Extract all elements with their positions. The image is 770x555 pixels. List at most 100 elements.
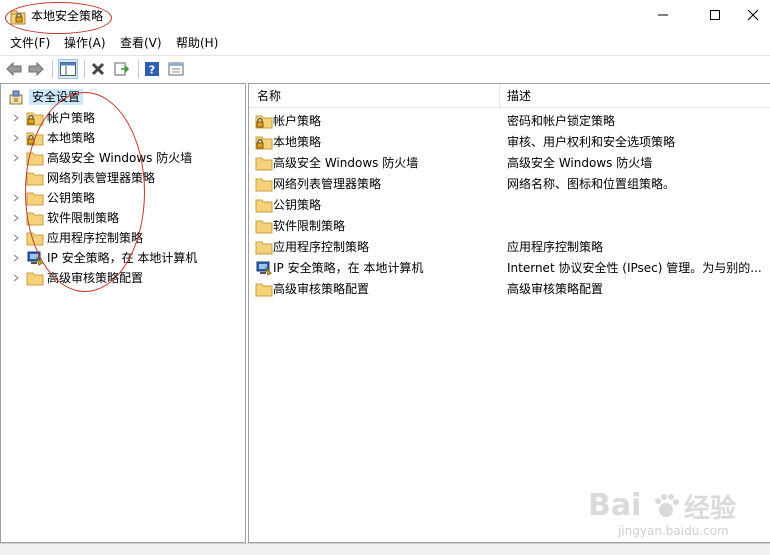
paw-icon bbox=[652, 492, 680, 523]
properties-icon bbox=[168, 62, 184, 76]
tree-item-label: IP 安全策略，在 本地计算机 bbox=[47, 251, 198, 265]
row-name: 本地策略 bbox=[273, 135, 322, 149]
window-title: 本地安全策略 bbox=[31, 9, 104, 23]
folder-icon bbox=[255, 239, 273, 255]
chevron-right-icon[interactable] bbox=[9, 271, 23, 285]
title-bar[interactable]: 本地安全策略 bbox=[0, 0, 770, 32]
list-row[interactable]: 应用程序控制策略 应用程序控制策略 bbox=[249, 237, 770, 258]
help-button[interactable]: ? bbox=[142, 59, 162, 79]
watermark-logo: Bai bbox=[588, 488, 642, 523]
tree-item-label: 网络列表管理器策略 bbox=[47, 171, 156, 185]
status-bar bbox=[0, 543, 770, 555]
row-description: 高级审核策略配置 bbox=[507, 282, 604, 296]
row-description: 应用程序控制策略 bbox=[507, 240, 604, 254]
properties-button[interactable] bbox=[166, 59, 186, 79]
arrow-left-icon bbox=[6, 61, 22, 77]
tree-item-label: 软件限制策略 bbox=[47, 211, 120, 225]
menu-file[interactable]: 文件(F) bbox=[10, 35, 50, 51]
back-button[interactable] bbox=[4, 59, 24, 79]
row-name: 帐户策略 bbox=[273, 114, 322, 128]
forward-button[interactable] bbox=[26, 59, 46, 79]
security-policy-app-icon bbox=[10, 9, 26, 25]
tree-item-local-policy[interactable]: 本地策略 bbox=[9, 128, 95, 148]
tree-root-label: 安全设置 bbox=[29, 89, 84, 105]
tree-item-firewall[interactable]: 高级安全 Windows 防火墙 bbox=[9, 148, 192, 168]
help-icon: ? bbox=[145, 62, 159, 77]
delete-button[interactable] bbox=[88, 59, 108, 79]
column-header-description[interactable]: 描述 bbox=[507, 89, 531, 103]
export-list-icon bbox=[114, 62, 130, 76]
list-row[interactable]: 软件限制策略 bbox=[249, 216, 770, 237]
ipsec-icon bbox=[26, 250, 44, 266]
tree-item-label: 高级审核策略配置 bbox=[47, 271, 144, 285]
list-row[interactable]: IP 安全策略，在 本地计算机 Internet 协议安全性 (IPsec) 管… bbox=[249, 258, 770, 279]
baidu-watermark: Bai 经验 jingyan.baidu.com bbox=[588, 488, 768, 544]
list-row[interactable]: 高级审核策略配置 高级审核策略配置 bbox=[249, 279, 770, 300]
chevron-right-icon[interactable] bbox=[9, 211, 23, 225]
tree-item-ipsec[interactable]: IP 安全策略，在 本地计算机 bbox=[9, 248, 197, 268]
toolbar-separator bbox=[52, 60, 53, 78]
tree-item-label: 公钥策略 bbox=[47, 191, 96, 205]
ipsec-icon bbox=[255, 260, 273, 276]
folder-icon bbox=[26, 210, 44, 226]
tree-item-network-list[interactable]: 网络列表管理器策略 bbox=[23, 168, 155, 188]
close-button[interactable] bbox=[730, 0, 770, 30]
chevron-right-icon[interactable] bbox=[9, 231, 23, 245]
tree-item-app-control[interactable]: 应用程序控制策略 bbox=[9, 228, 143, 248]
lock-folder-icon bbox=[26, 130, 44, 146]
console-tree-pane[interactable]: 安全设置 帐户策略 本地策略 高级安全 Windows 防火墙 网络列表管理器策… bbox=[0, 83, 246, 543]
row-description: 网络名称、图标和位置组策略。 bbox=[507, 177, 676, 191]
toolbar: ? bbox=[0, 55, 770, 81]
tree-root-security-settings[interactable]: 安全设置 bbox=[5, 88, 84, 106]
arrow-right-icon bbox=[28, 61, 44, 77]
folder-icon bbox=[255, 176, 273, 192]
tree-item-label: 帐户策略 bbox=[47, 111, 96, 125]
tree-item-software-restriction[interactable]: 软件限制策略 bbox=[9, 208, 119, 228]
chevron-right-icon[interactable] bbox=[9, 131, 23, 145]
chevron-right-icon[interactable] bbox=[9, 111, 23, 125]
folder-icon bbox=[26, 170, 44, 186]
menu-help[interactable]: 帮助(H) bbox=[176, 35, 218, 51]
chevron-right-icon[interactable] bbox=[9, 151, 23, 165]
folder-icon bbox=[255, 155, 273, 171]
watermark-url: jingyan.baidu.com bbox=[618, 524, 729, 538]
lock-folder-icon bbox=[255, 134, 273, 150]
tree-item-account-policy[interactable]: 帐户策略 bbox=[9, 108, 95, 128]
column-header-name[interactable]: 名称 bbox=[257, 89, 281, 103]
folder-icon bbox=[26, 230, 44, 246]
tree-item-label: 应用程序控制策略 bbox=[47, 231, 144, 245]
show-hide-tree-button[interactable] bbox=[58, 59, 78, 79]
minimize-button[interactable] bbox=[640, 0, 686, 30]
toolbar-separator bbox=[138, 60, 139, 78]
console-tree-icon bbox=[60, 62, 76, 76]
list-row[interactable]: 网络列表管理器策略 网络名称、图标和位置组策略。 bbox=[249, 174, 770, 195]
row-name: 高级安全 Windows 防火墙 bbox=[273, 156, 419, 170]
row-name: 应用程序控制策略 bbox=[273, 240, 370, 254]
folder-icon bbox=[255, 197, 273, 213]
tree-item-label: 本地策略 bbox=[47, 131, 96, 145]
menu-action[interactable]: 操作(A) bbox=[64, 35, 106, 51]
row-description: 高级安全 Windows 防火墙 bbox=[507, 156, 653, 170]
column-divider[interactable] bbox=[499, 84, 500, 108]
tree-item-label: 高级安全 Windows 防火墙 bbox=[47, 151, 193, 165]
export-list-button[interactable] bbox=[112, 59, 132, 79]
lock-folder-icon bbox=[255, 113, 273, 129]
lock-folder-icon bbox=[26, 110, 44, 126]
chevron-right-icon[interactable] bbox=[9, 191, 23, 205]
list-row[interactable]: 帐户策略 密码和帐户锁定策略 bbox=[249, 111, 770, 132]
folder-icon bbox=[26, 150, 44, 166]
menu-view[interactable]: 查看(V) bbox=[120, 35, 162, 51]
list-row[interactable]: 公钥策略 bbox=[249, 195, 770, 216]
tree-item-public-key[interactable]: 公钥策略 bbox=[9, 188, 95, 208]
row-description: 审核、用户权利和安全选项策略 bbox=[507, 135, 676, 149]
watermark-logo-text: 经验 bbox=[684, 494, 737, 524]
folder-icon bbox=[26, 190, 44, 206]
list-row[interactable]: 本地策略 审核、用户权利和安全选项策略 bbox=[249, 132, 770, 153]
toolbar-separator bbox=[84, 60, 85, 78]
row-name: 高级审核策略配置 bbox=[273, 282, 370, 296]
list-row[interactable]: 高级安全 Windows 防火墙 高级安全 Windows 防火墙 bbox=[249, 153, 770, 174]
chevron-right-icon[interactable] bbox=[9, 251, 23, 265]
delete-x-icon bbox=[91, 62, 105, 76]
details-list-pane[interactable]: 名称 描述 帐户策略 密码和帐户锁定策略 本地策略 审核、用户权利和安全选项策略… bbox=[248, 83, 770, 543]
tree-item-advanced-audit[interactable]: 高级审核策略配置 bbox=[9, 268, 143, 288]
